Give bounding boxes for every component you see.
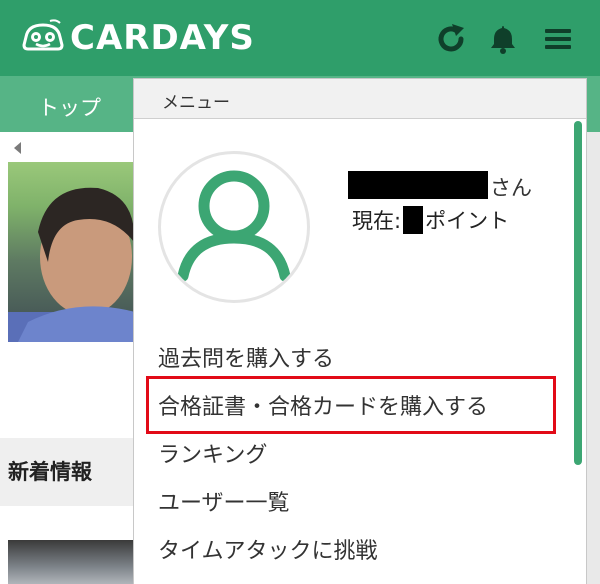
points-suffix: ポイント [425,209,510,233]
highlight-box [146,376,556,434]
app-page: CARDAYS トップ 新着情報 メニュー さん 現在: ポイント 過去問を購入… [0,0,600,584]
avatar[interactable] [158,151,310,303]
menu-item-time-attack[interactable]: タイムアタックに挑戦 [158,533,378,565]
notification-button[interactable] [486,22,520,56]
user-profile-icon [177,170,291,282]
carousel-photo[interactable] [8,162,135,342]
points-prefix: 現在: [352,209,402,233]
bell-icon [491,26,515,54]
menu-item-ranking[interactable]: ランキング [158,437,267,469]
redacted-points-value [403,206,424,234]
cardays-logo[interactable]: CARDAYS [20,12,255,64]
redacted-username [348,171,488,199]
person-photo-image [8,187,135,342]
nav-item-top[interactable]: トップ [38,92,101,122]
points-row: 現在: ポイント [352,205,509,235]
car-logo-icon [22,19,64,51]
carousel-left-arrow-icon[interactable] [14,142,21,154]
hamburger-menu-icon [545,29,571,49]
news-section-title: 新着情報 [8,460,92,484]
menu-header: メニュー [134,79,586,119]
news-thumbnail[interactable] [8,540,135,584]
hamburger-menu-button[interactable] [542,22,576,56]
refresh-button[interactable] [434,22,468,56]
menu-scrollbar-thumb[interactable] [574,121,582,465]
username-suffix: さん [490,176,532,200]
menu-title: メニュー [162,93,230,113]
app-header: CARDAYS [0,0,600,76]
menu-item-buy-past-exams[interactable]: 過去問を購入する [158,341,334,373]
menu-scrollbar[interactable] [574,121,584,584]
refresh-icon [438,24,464,52]
menu-item-user-list[interactable]: ユーザー一覧 [158,485,290,517]
logo-wordmark: CARDAYS [70,18,255,58]
side-menu-panel: メニュー さん 現在: ポイント 過去問を購入する 合格証書・合格カードを購入す… [133,78,587,584]
